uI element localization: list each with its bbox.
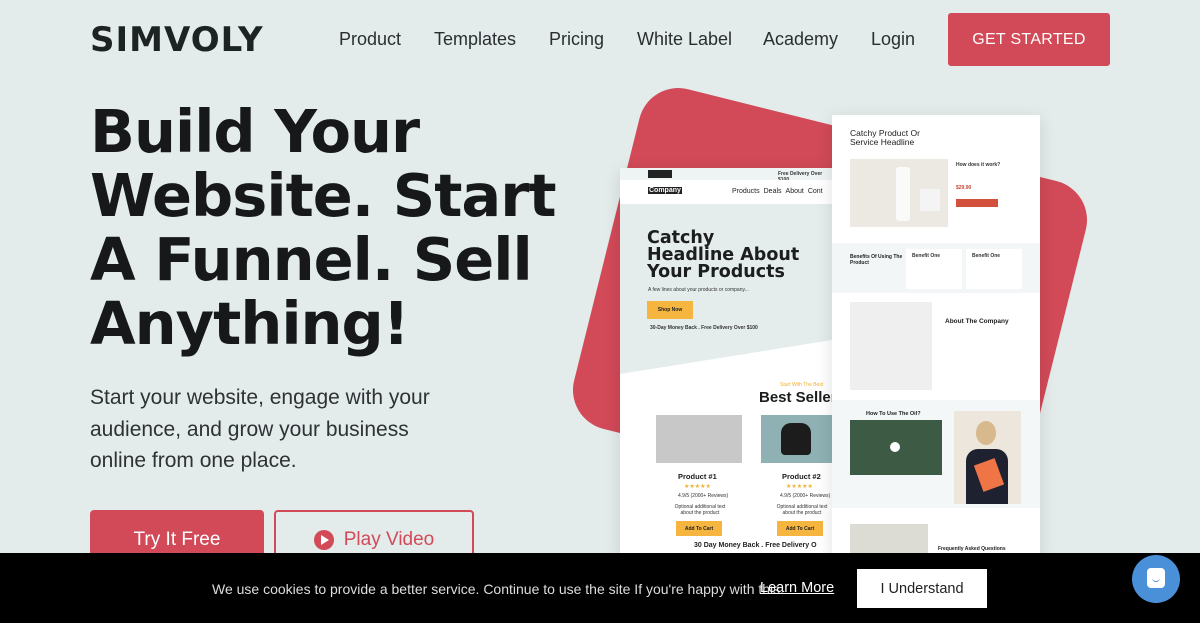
preview-product-headline: Catchy Product Or Service Headline (850, 128, 920, 147)
preview-headline: Catchy Headline About Your Products (647, 228, 800, 282)
video-label: Play Video (343, 529, 435, 550)
hero-subtitle: Start your website, engage with your aud… (90, 386, 430, 472)
product-image-chair-black (761, 415, 832, 463)
preview-topbar: Free Delivery Over $100 (620, 168, 832, 183)
chat-button[interactable] (1132, 555, 1180, 603)
nav-pricing[interactable]: Pricing (549, 29, 604, 50)
cookie-text: We use cookies to provide a better servi… (212, 581, 785, 597)
learn-more-link[interactable]: Learn More (760, 580, 834, 596)
preview-menu-item: Products (732, 188, 760, 195)
nav-academy[interactable]: Academy (763, 29, 838, 50)
hero-headline: Build Your Website. Start A Funnel. Sell… (90, 97, 557, 358)
product-image-chair-white (656, 415, 742, 463)
product-image-bottles (850, 159, 948, 227)
nav-white-label[interactable]: White Label (637, 29, 732, 50)
preview-section-title: Best Seller (759, 389, 832, 406)
play-icon (313, 530, 334, 550)
template-preview-left: Free Delivery Over $100 Company Products… (620, 168, 832, 558)
nav-templates[interactable]: Templates (434, 29, 516, 50)
preview-shop-button: Shop Now (647, 301, 693, 319)
preview-menu-item: Cont (807, 188, 823, 195)
preview-guarantee: 30-Day Money Back . Free Delivery Over $… (650, 325, 758, 331)
try-label: Try It Free (133, 529, 221, 550)
nav-product[interactable]: Product (339, 29, 401, 50)
preview-menu-item: Deals (763, 188, 782, 195)
simvoly-logo[interactable]: SIMVOLY (90, 20, 264, 60)
product-image-flatlay (850, 302, 932, 390)
preview-menu: Products Deals About Cont (732, 188, 823, 195)
i-understand-button[interactable]: I Understand (857, 569, 987, 608)
social-icons (648, 170, 672, 178)
preview-menu-item: About (785, 188, 804, 195)
video-thumbnail (850, 420, 942, 475)
preview-kicker: Start With The Best (780, 382, 824, 388)
preview-tagline: A few lines about your products or compa… (648, 287, 749, 293)
preview-brand: Company (648, 187, 682, 194)
nav-login[interactable]: Login (871, 29, 915, 50)
preview-footer: 30 Day Money Back . Free Delivery O (694, 542, 817, 549)
template-preview-right: Catchy Product Or Service Headline How d… (832, 115, 1040, 558)
chat-icon (1147, 568, 1165, 588)
get-started-button[interactable]: GET STARTED (948, 13, 1110, 66)
person-photo (954, 411, 1021, 504)
